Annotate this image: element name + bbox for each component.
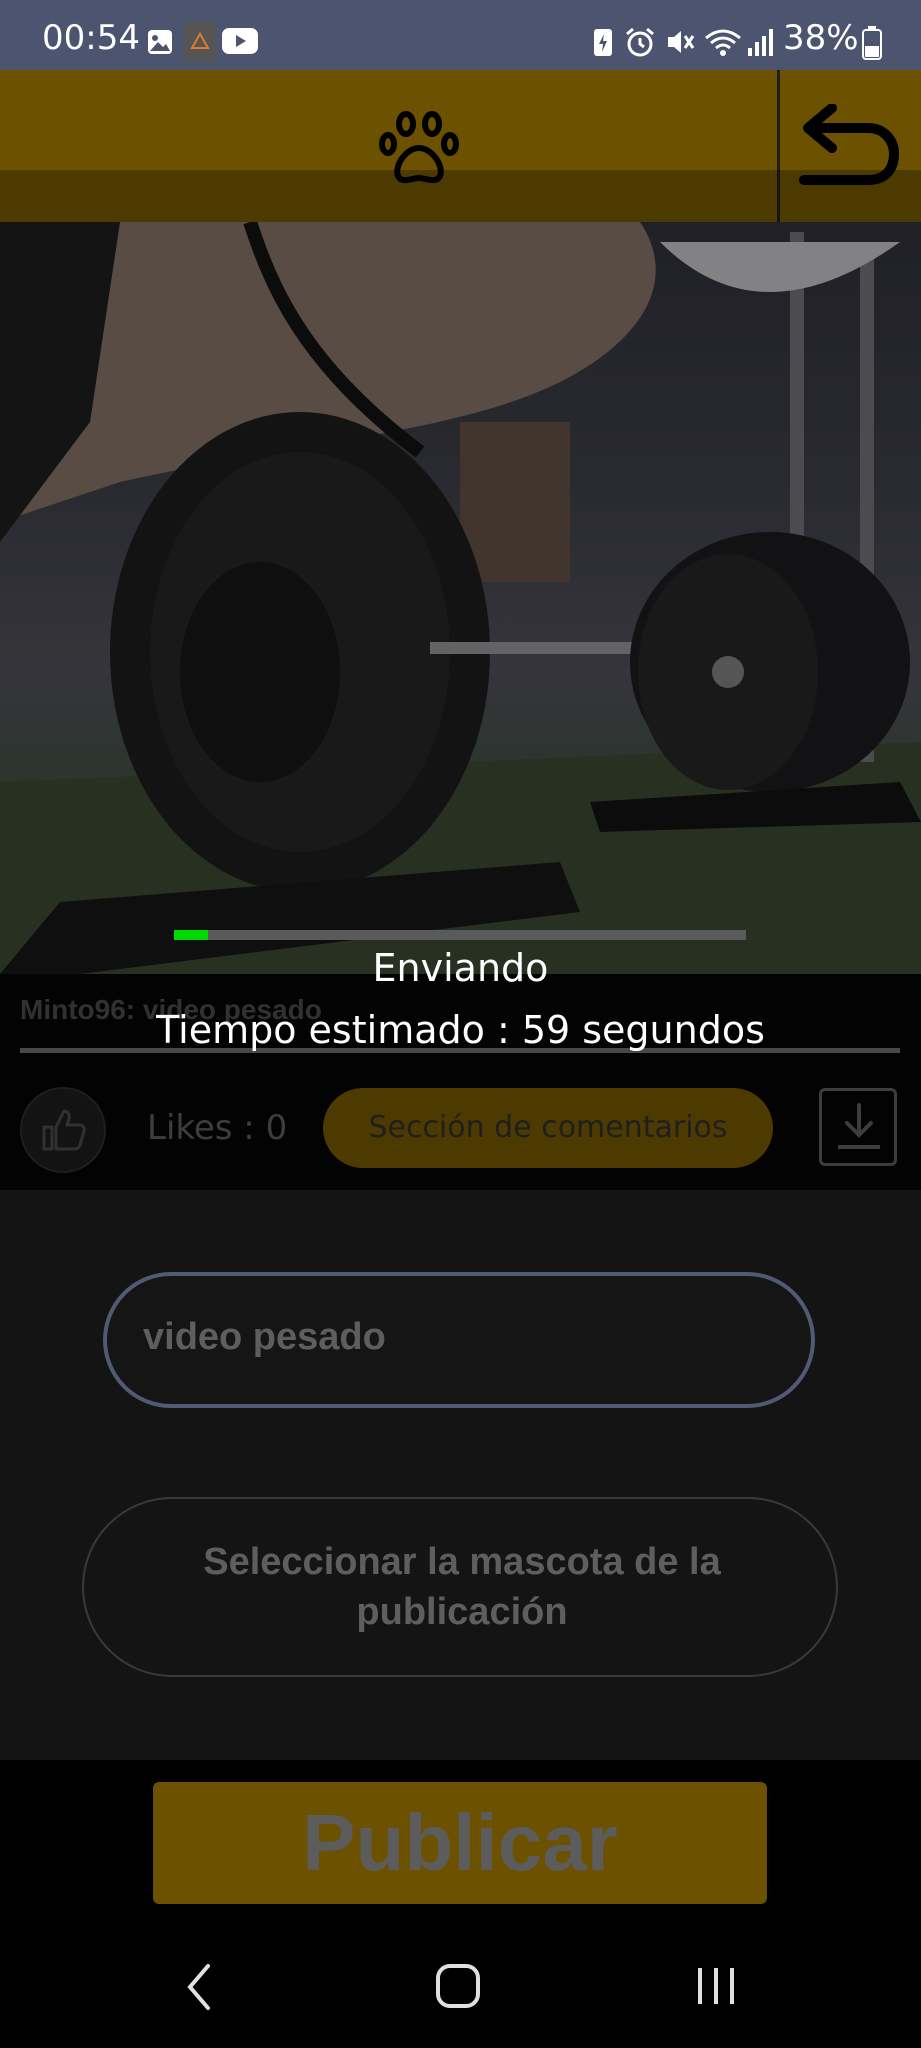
app-notification-icon [184,22,216,62]
youtube-notification-icon [222,28,258,54]
alarm-icon [626,27,654,57]
status-time: 00:54 [42,18,140,58]
description-value: video pesado [143,1316,386,1358]
signal-icon [748,29,773,56]
battery-icon [862,26,882,60]
status-bar: 00:54 38% [0,0,921,70]
select-pet-button[interactable]: Seleccionar la mascota de la publicación [82,1497,838,1677]
gallery-notification-icon [148,30,172,54]
upload-estimate: Tiempo estimado : 59 segundos [156,1008,765,1052]
nav-home-icon[interactable] [434,1962,482,2010]
nav-back-icon[interactable] [184,1962,214,2012]
description-field[interactable]: video pesado [103,1272,815,1408]
upload-progress-fill [174,930,209,940]
mute-icon [668,31,695,53]
publish-button[interactable]: Publicar [153,1782,767,1904]
select-pet-label: Seleccionar la mascota de la publicación [203,1541,721,1633]
nav-recents-icon[interactable] [694,1966,738,2006]
upload-status: Enviando [372,946,549,990]
upload-progress-track [174,930,746,940]
wifi-icon [705,29,741,56]
battery-percent: 38% [783,18,859,58]
battery-saver-icon [594,29,612,56]
